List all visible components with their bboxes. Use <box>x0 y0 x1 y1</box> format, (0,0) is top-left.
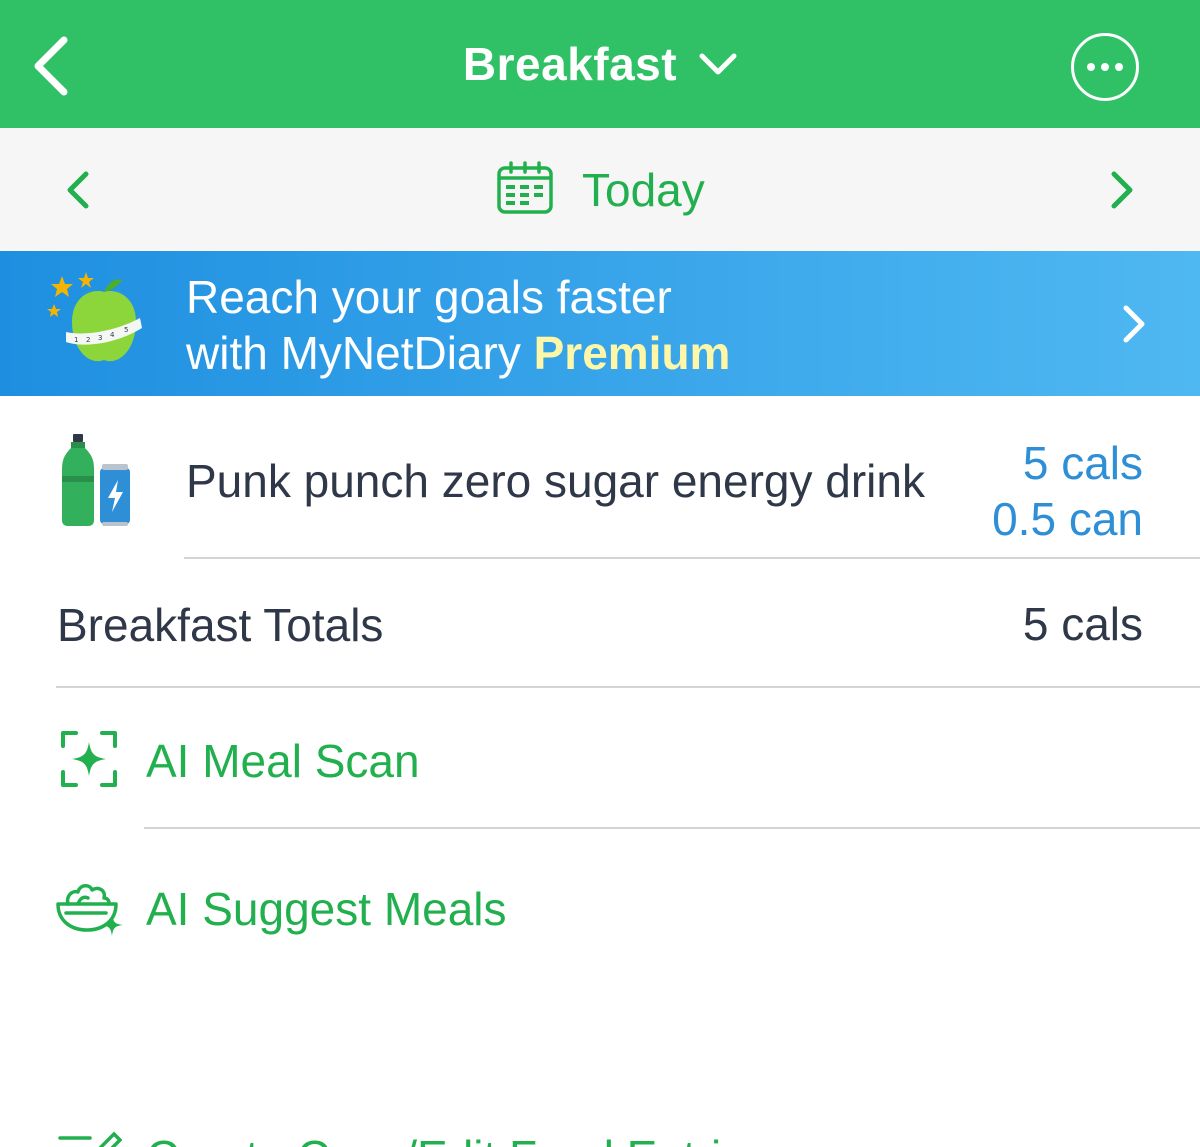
svg-text:3: 3 <box>98 334 102 342</box>
food-calories: 5 cals <box>1022 437 1143 489</box>
page-title[interactable]: Breakfast <box>463 37 677 91</box>
partial-action-label: Create Copy/Edit Food Entries <box>146 1130 770 1147</box>
totals-label: Breakfast Totals <box>57 599 384 651</box>
chevron-down-icon[interactable] <box>699 52 737 76</box>
more-dot <box>1101 63 1109 71</box>
chevron-right-icon[interactable] <box>1118 304 1148 344</box>
banner-subline: with MyNetDiary Premium <box>186 326 730 380</box>
ai-meal-scan-label: AI Meal Scan <box>146 735 420 787</box>
banner-subline-prefix: with MyNetDiary <box>186 327 534 379</box>
calendar-icon[interactable] <box>496 161 554 215</box>
previous-day-chevron-icon[interactable] <box>62 170 94 210</box>
svg-text:5: 5 <box>124 326 128 334</box>
svg-text:4: 4 <box>110 331 115 339</box>
divider <box>56 686 1200 688</box>
next-day-chevron-icon[interactable] <box>1106 170 1138 210</box>
more-dot <box>1087 63 1095 71</box>
premium-highlight: Premium <box>533 327 731 379</box>
edit-list-icon <box>58 1131 122 1147</box>
more-dot <box>1115 63 1123 71</box>
drinks-icon <box>62 434 130 526</box>
svg-text:1: 1 <box>74 336 78 344</box>
app-header: Breakfast <box>0 0 1200 128</box>
divider <box>184 557 1200 559</box>
totals-value: 5 cals <box>1022 598 1143 650</box>
more-options-button[interactable] <box>1071 33 1139 101</box>
svg-text:2: 2 <box>86 336 90 344</box>
salad-bowl-sparkle-icon <box>56 884 123 936</box>
divider <box>144 827 1200 829</box>
meal-selector[interactable]: Breakfast <box>0 0 1200 128</box>
food-quantity: 0.5 can <box>992 493 1143 545</box>
apple-measuring-tape-icon: 1 2 3 4 5 <box>47 272 142 362</box>
date-label[interactable]: Today <box>582 163 705 217</box>
food-name: Punk punch zero sugar energy drink <box>186 455 925 507</box>
ai-suggest-meals-label: AI Suggest Meals <box>146 883 507 935</box>
banner-headline: Reach your goals faster <box>186 271 672 323</box>
ai-scan-icon <box>61 731 117 787</box>
